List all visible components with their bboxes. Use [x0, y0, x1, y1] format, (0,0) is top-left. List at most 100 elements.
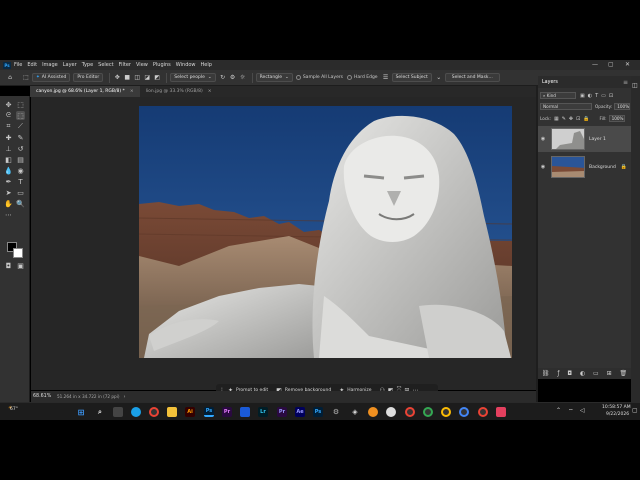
- background-color-swatch[interactable]: [13, 248, 23, 258]
- layers-panel-icon[interactable]: ◫: [632, 82, 638, 89]
- app-icon[interactable]: [386, 407, 396, 417]
- edge-icon[interactable]: [131, 407, 141, 417]
- close-window-button[interactable]: ✕: [625, 61, 630, 68]
- instagram-icon[interactable]: [496, 407, 506, 417]
- eyedropper-tool-icon[interactable]: ⟋: [16, 122, 25, 131]
- menu-image[interactable]: Image: [42, 62, 58, 68]
- tab-lion[interactable]: lion.jpg @ 33.3% (RGB/8) ×: [140, 86, 218, 97]
- opacity-field[interactable]: 100%: [614, 103, 631, 110]
- lock-artboard-icon[interactable]: ⊡: [576, 116, 580, 122]
- chrome-icon[interactable]: [149, 407, 159, 417]
- path-selection-tool-icon[interactable]: ➤: [4, 188, 13, 197]
- clock-time[interactable]: 10:58:57 AM: [602, 405, 631, 410]
- trash-icon[interactable]: 🗑: [619, 370, 627, 377]
- lightroom-icon[interactable]: Lr: [258, 407, 268, 417]
- quick-mask-icon[interactable]: ◘: [4, 261, 13, 270]
- group-icon[interactable]: ▭: [593, 370, 599, 377]
- illustrator-icon[interactable]: Ai: [185, 407, 195, 417]
- task-view-icon[interactable]: [113, 407, 123, 417]
- shape-tool-icon[interactable]: ▭: [16, 188, 25, 197]
- edit-toolbar-icon[interactable]: ⋯: [4, 210, 13, 219]
- search-icon[interactable]: ⌕: [95, 407, 105, 417]
- app-icon[interactable]: [368, 407, 378, 417]
- select-subject-button[interactable]: Select Subject: [391, 73, 432, 82]
- tray-chevron-icon[interactable]: ⌃: [556, 407, 561, 414]
- mode-dropdown[interactable]: Rectangle ⌄: [255, 73, 293, 82]
- clock-date[interactable]: 9/22/2026: [606, 412, 629, 417]
- fx-icon[interactable]: ƒ: [557, 370, 559, 377]
- blend-mode-dropdown[interactable]: Normal: [540, 103, 592, 110]
- menu-type[interactable]: Type: [82, 62, 93, 68]
- zoom-level[interactable]: 68.61%: [33, 394, 57, 399]
- hard-edge-checkbox[interactable]: [347, 75, 353, 80]
- pro-editor-button[interactable]: Pro Editor: [73, 73, 104, 82]
- layer-row-background[interactable]: ◉ Background 🔒: [538, 154, 631, 180]
- menu-layer[interactable]: Layer: [63, 62, 77, 68]
- menu-window[interactable]: Window: [176, 62, 196, 68]
- lock-position-icon[interactable]: ✥: [569, 116, 573, 122]
- select-and-mask-button[interactable]: Select and Mask...: [444, 73, 500, 82]
- marquee-tool-icon[interactable]: ⬚: [16, 100, 25, 109]
- new-selection-icon[interactable]: ■: [123, 74, 131, 82]
- volume-icon[interactable]: ◁: [580, 407, 585, 414]
- tab-canyon[interactable]: canyon.jpg @ 68.6% (Layer 1, RGB/8) * ×: [30, 86, 140, 97]
- lock-paint-icon[interactable]: ✎: [562, 116, 566, 122]
- object-selection-tool-icon[interactable]: ⬚: [16, 111, 25, 120]
- network-icon[interactable]: ⌔: [568, 407, 574, 415]
- layer-row-layer-1[interactable]: ◉ Layer 1: [538, 126, 631, 152]
- ai-assisted-button[interactable]: ✦ AI Assisted: [32, 73, 71, 82]
- premiere-icon[interactable]: Pr: [222, 407, 232, 417]
- filter-type-icon[interactable]: T: [595, 93, 598, 99]
- object-selection-icon[interactable]: ⬚: [22, 74, 30, 82]
- chrome-profile-icon[interactable]: [478, 407, 488, 417]
- panel-menu-icon[interactable]: ≡: [623, 79, 628, 86]
- brush-tool-icon[interactable]: ✎: [16, 133, 25, 142]
- photoshop-taskbar-icon[interactable]: Ps: [204, 407, 214, 417]
- start-icon[interactable]: ⊞: [76, 407, 86, 417]
- app-icon[interactable]: ◈: [350, 407, 360, 417]
- file-explorer-icon[interactable]: [167, 407, 177, 417]
- document-icon[interactable]: [240, 407, 250, 417]
- lasso-tool-icon[interactable]: ᘓ: [4, 111, 13, 120]
- after-effects-icon[interactable]: Ae: [295, 407, 305, 417]
- settings-sliders-icon[interactable]: ☰: [382, 74, 390, 82]
- new-layer-icon[interactable]: ⊞: [607, 370, 612, 377]
- filter-shape-icon[interactable]: ▭: [601, 93, 606, 99]
- adjustment-layer-icon[interactable]: ◐: [580, 370, 585, 377]
- pen-tool-icon[interactable]: ✒: [4, 177, 13, 186]
- minimize-button[interactable]: —: [592, 61, 598, 68]
- eye-icon[interactable]: ◉: [538, 136, 548, 142]
- intersect-selection-icon[interactable]: ◩: [153, 74, 161, 82]
- blur-tool-icon[interactable]: 💧: [4, 166, 13, 175]
- select-people-dropdown[interactable]: Select people ⌄: [170, 73, 216, 82]
- menu-help[interactable]: Help: [201, 62, 212, 68]
- eye-icon[interactable]: ◉: [538, 164, 548, 170]
- filter-smart-icon[interactable]: ⊡: [609, 93, 613, 99]
- menu-filter[interactable]: Filter: [119, 62, 131, 68]
- chrome-profile-icon[interactable]: [405, 407, 415, 417]
- settings-icon[interactable]: ⚙: [229, 74, 237, 82]
- menu-file[interactable]: File: [14, 62, 22, 68]
- add-selection-icon[interactable]: ◫: [133, 74, 141, 82]
- gear-icon[interactable]: ☼: [239, 74, 247, 82]
- type-tool-icon[interactable]: T: [16, 177, 25, 186]
- screen-mode-icon[interactable]: ▣: [16, 261, 25, 270]
- maximize-button[interactable]: ▢: [608, 61, 614, 68]
- plugin-icon[interactable]: ⚙: [331, 407, 341, 417]
- home-icon[interactable]: ⌂: [6, 74, 14, 82]
- chevron-down-icon[interactable]: ⌄: [435, 74, 443, 82]
- photoshop-beta-icon[interactable]: Ps: [313, 407, 323, 417]
- kind-filter-dropdown[interactable]: ⌕ Kind: [540, 92, 576, 99]
- history-brush-tool-icon[interactable]: ↺: [16, 144, 25, 153]
- weather-temp[interactable]: 67°: [10, 407, 18, 412]
- clone-stamp-tool-icon[interactable]: ⊥: [4, 144, 13, 153]
- dodge-tool-icon[interactable]: ◉: [16, 166, 25, 175]
- filter-adjustment-icon[interactable]: ◐: [588, 93, 592, 99]
- chrome-profile-icon[interactable]: [441, 407, 451, 417]
- close-icon[interactable]: ×: [130, 89, 134, 94]
- close-icon[interactable]: ×: [208, 89, 212, 94]
- notification-icon[interactable]: ▢: [632, 407, 638, 414]
- crop-tool-icon[interactable]: ⌗: [4, 122, 13, 131]
- premiere-pro-icon[interactable]: Pr: [277, 407, 287, 417]
- link-icon[interactable]: ⛓: [542, 370, 550, 377]
